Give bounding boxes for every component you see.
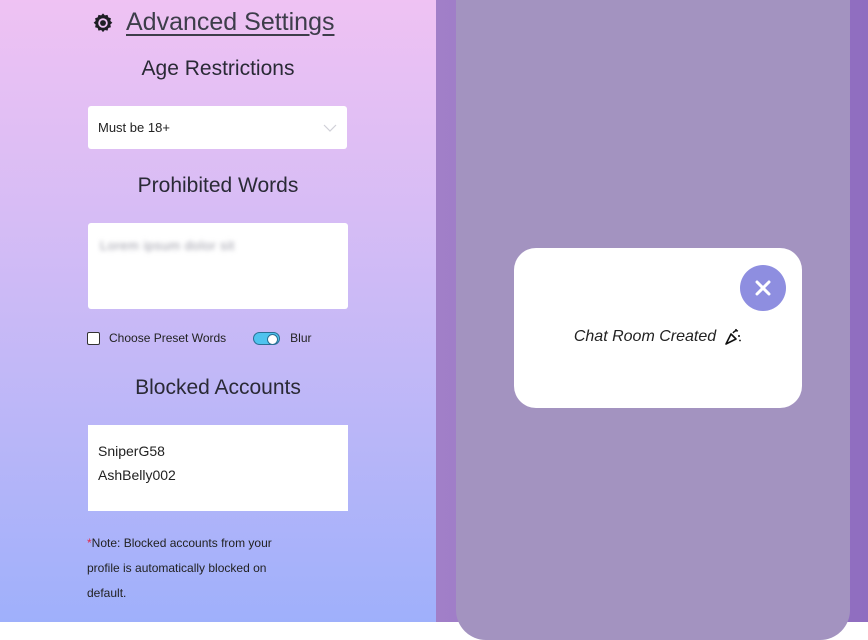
blur-label: Blur bbox=[290, 331, 312, 345]
header: Advanced Settings bbox=[92, 8, 334, 37]
age-restriction-select[interactable]: Must be 18+ bbox=[88, 106, 347, 149]
chevron-down-icon bbox=[323, 124, 337, 132]
close-icon bbox=[755, 280, 771, 296]
blocked-accounts-heading: Blocked Accounts bbox=[135, 376, 301, 399]
blocked-account-item: AshBelly002 bbox=[98, 467, 176, 483]
close-button[interactable] bbox=[740, 265, 786, 311]
party-popper-icon bbox=[725, 328, 742, 345]
modal-message: Chat Room Created bbox=[573, 328, 717, 345]
blocked-accounts-input[interactable]: SniperG58 AshBelly002 bbox=[88, 425, 348, 511]
age-restriction-value: Must be 18+ bbox=[98, 120, 170, 135]
blocked-account-item: SniperG58 bbox=[98, 443, 165, 459]
preset-words-label: Choose Preset Words bbox=[109, 331, 227, 345]
prohibited-words-heading: Prohibited Words bbox=[137, 174, 299, 197]
note-text: Note: Blocked accounts from your profile… bbox=[87, 536, 272, 600]
prohibited-words-blurred-text: Lorem ipsum dolor sit bbox=[100, 238, 235, 253]
prohibited-options: Choose Preset Words Blur bbox=[87, 331, 312, 345]
age-restrictions-heading: Age Restrictions bbox=[141, 57, 295, 80]
gear-icon bbox=[93, 12, 113, 32]
page-title: Advanced Settings bbox=[126, 8, 335, 36]
settings-panel: Advanced Settings Age Restrictions Must … bbox=[0, 0, 436, 622]
toggle-knob bbox=[267, 333, 279, 345]
prohibited-words-input[interactable]: Lorem ipsum dolor sit bbox=[88, 223, 348, 309]
blocked-note: *Note: Blocked accounts from your profil… bbox=[87, 531, 307, 606]
blur-toggle[interactable] bbox=[253, 331, 281, 345]
chat-created-modal: Chat Room Created bbox=[514, 248, 802, 408]
preset-words-checkbox[interactable] bbox=[87, 331, 100, 345]
modal-message-row: Chat Room Created bbox=[514, 328, 802, 346]
